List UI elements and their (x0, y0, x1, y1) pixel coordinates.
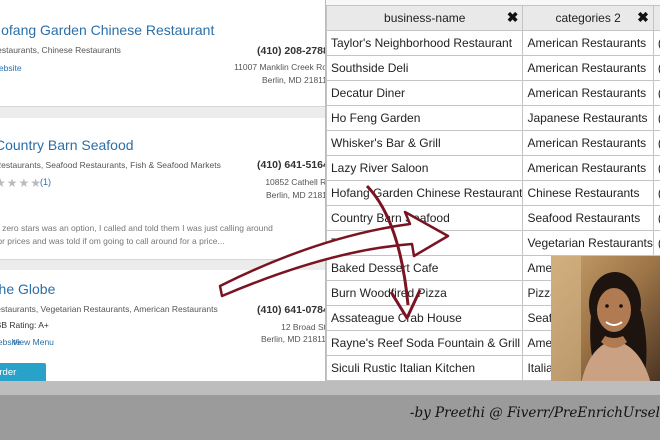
table-cell[interactable]: Siculi Rustic Italian Kitchen (326, 355, 524, 381)
review-snippet-line2: for prices and was told if om going to c… (0, 236, 225, 246)
column-header-categories[interactable]: categories 2 ✖ (522, 5, 654, 31)
profile-photo (551, 256, 660, 384)
table-cell[interactable]: The Globe (326, 230, 524, 256)
table-cell[interactable]: Southside Deli (326, 55, 524, 81)
business-name-link[interactable]: The Globe (0, 281, 55, 297)
table-row[interactable]: Decatur DinerAmerican Restaurants(443) 6… (326, 80, 660, 106)
table-cell[interactable]: Rayne's Reef Soda Fountain & Grill (326, 330, 524, 356)
table-cell[interactable]: American Restaurants (522, 55, 654, 81)
author-signature: -by Preethi @ Fiverr/PreEnrichUrsel (409, 405, 660, 421)
footer-strip (0, 381, 660, 395)
table-cell[interactable]: American Restaurants (522, 30, 654, 56)
table-cell[interactable]: (410) 641 (652, 205, 660, 231)
table-cell[interactable]: Hofang Garden Chinese Restaurant (326, 180, 524, 206)
business-address-line1: 12 Broad St (281, 322, 326, 332)
table-cell[interactable]: Assateague Crab House (326, 305, 524, 331)
business-address-line2: Berlin, MD 21811 (265, 190, 331, 200)
table-cell[interactable]: (410) 641 (652, 230, 660, 256)
table-row[interactable]: Southside DeliAmerican Restaurants(410) … (326, 55, 660, 81)
business-name-link[interactable]: Hofang Garden Chinese Restaurant (0, 22, 214, 38)
table-cell[interactable]: Baked Dessert Cafe (326, 255, 524, 281)
table-row[interactable]: Whisker's Bar & Grill American Restaurant… (326, 130, 660, 156)
column-header-business-name[interactable]: business-name ✖ (326, 5, 524, 31)
table-row[interactable]: Hofang Garden Chinese Restaurant Chinese … (326, 180, 660, 206)
business-address-line2: Berlin, MD 21811 (261, 75, 327, 85)
listing-card: The Globe Restaurants, Vegetarian Restau… (0, 270, 329, 395)
table-cell[interactable]: American Restaurants (522, 130, 654, 156)
table-cell[interactable]: American Restaurants (522, 155, 654, 181)
listing-page: Hofang Garden Chinese Restaurant Restaur… (0, 0, 336, 395)
table-cell[interactable]: Decatur Diner (326, 80, 524, 106)
close-icon[interactable]: ✖ (507, 9, 519, 26)
listing-card: Country Barn Seafood Restaurants, Seafoo… (0, 118, 331, 260)
bbb-rating: BBB Rating: A+ (0, 320, 49, 330)
table-header-row: business-name✖ categories 2✖ phone (326, 5, 660, 31)
listing-card: Hofang Garden Chinese Restaurant Restaur… (0, 0, 329, 107)
rating-stars-icon: ★★★★ (0, 176, 43, 190)
table-cell[interactable]: (443) 664 (652, 80, 660, 106)
business-phone: (410) 641-0784 (257, 304, 329, 316)
order-online-button[interactable]: Order Online (0, 363, 46, 395)
table-cell[interactable]: Taylor's Neighborhood Restaurant (326, 30, 524, 56)
view-menu-link[interactable]: View Menu (12, 337, 54, 347)
table-cell[interactable]: (410) 629 (652, 155, 660, 181)
table-row[interactable]: Ho Feng GardenJapanese Restaurants(410) … (326, 105, 660, 131)
table-cell[interactable]: Chinese Restaurants (522, 180, 654, 206)
business-name-link[interactable]: Country Barn Seafood (0, 137, 134, 153)
table-cell[interactable]: Whisker's Bar & Grill (326, 130, 524, 156)
table-cell[interactable]: (410) 208 (652, 130, 660, 156)
table-cell[interactable]: (410) 208 (652, 30, 660, 56)
table-cell[interactable]: (410) 208 (652, 105, 660, 131)
column-header-phone[interactable]: phone (652, 5, 660, 31)
table-cell[interactable]: (410) 208 (652, 55, 660, 81)
table-cell[interactable]: (410) 208 (652, 180, 660, 206)
business-categories: Restaurants, Vegetarian Restaurants, Ame… (0, 304, 218, 314)
table-row[interactable]: The GlobeVegetarian Restaurants(410) 641 (326, 230, 660, 256)
close-icon[interactable]: ✖ (637, 9, 649, 26)
business-categories: Restaurants, Chinese Restaurants (0, 45, 121, 55)
business-address-line2: Berlin, MD 21811 (260, 334, 326, 344)
table-row[interactable]: Lazy River SaloonAmerican Restaurants(41… (326, 155, 660, 181)
table-cell[interactable]: Seafood Restaurants (522, 205, 654, 231)
table-cell[interactable]: Ho Feng Garden (326, 105, 524, 131)
table-cell[interactable]: American Restaurants (522, 80, 654, 106)
business-address-line1: 11007 Manklin Creek Ro (234, 62, 327, 72)
table-cell[interactable]: Lazy River Saloon (326, 155, 524, 181)
business-phone: (410) 641-5164 (257, 159, 329, 171)
website-link[interactable]: Website (0, 63, 22, 73)
business-address-line1: 10852 Cathell Ro (265, 177, 331, 187)
table-row[interactable]: Country Barn SeafoodSeafood Restaurants(… (326, 205, 660, 231)
review-snippet-line1: If zero stars was an option, I called an… (0, 223, 273, 233)
table-cell[interactable]: Vegetarian Restaurants (522, 230, 654, 256)
table-cell[interactable]: Japanese Restaurants (522, 105, 654, 131)
business-phone: (410) 208-2788 (257, 45, 329, 57)
business-categories: Restaurants, Seafood Restaurants, Fish &… (0, 160, 221, 170)
review-count-link[interactable]: (1) (40, 177, 51, 187)
table-cell[interactable]: Country Barn Seafood (326, 205, 524, 231)
table-cell[interactable]: Burn Woodfired Pizza (326, 280, 524, 306)
table-row[interactable]: Taylor's Neighborhood Restaurant American… (326, 30, 660, 56)
